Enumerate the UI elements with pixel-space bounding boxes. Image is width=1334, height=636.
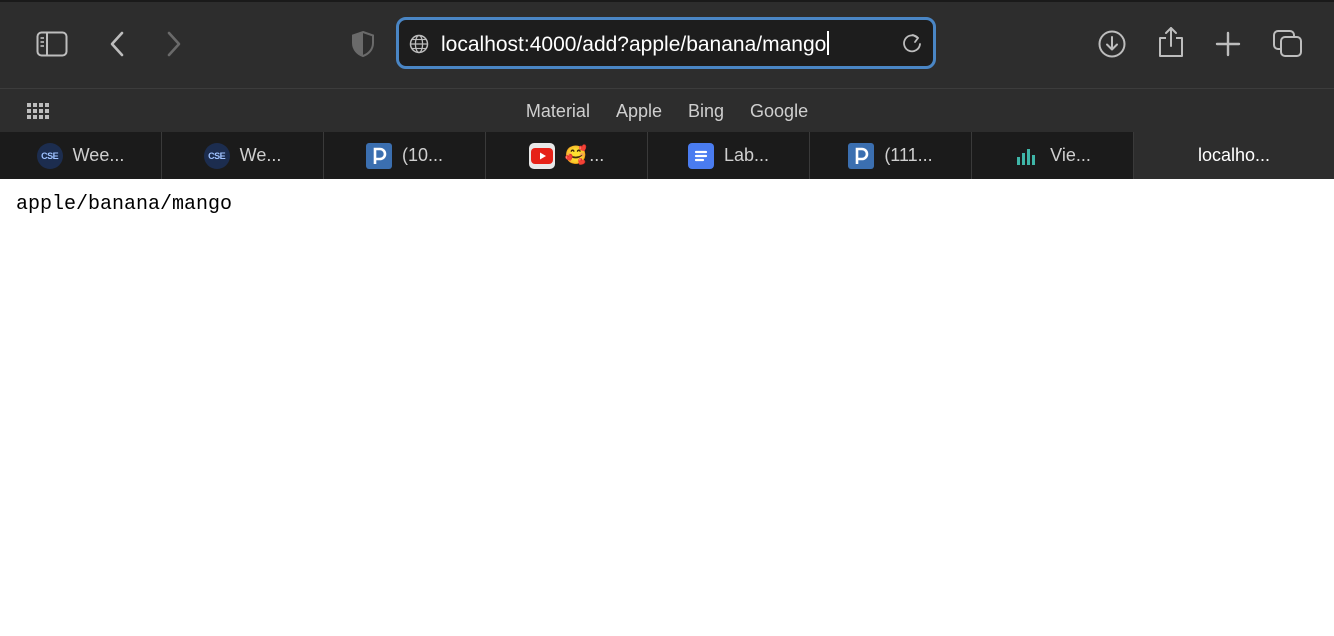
tab-overview-button[interactable] — [1268, 24, 1308, 64]
tab-title: Lab... — [723, 145, 770, 165]
toolbar: localhost:4000/add?apple/banana/mango — [0, 2, 1334, 88]
share-icon — [1159, 27, 1183, 57]
favorite-material[interactable]: Material — [526, 101, 590, 122]
shield-icon — [352, 30, 374, 58]
globe-icon — [409, 34, 429, 54]
chart-icon — [1014, 143, 1040, 169]
cse-icon: CSE — [203, 142, 230, 169]
new-tab-button[interactable] — [1208, 24, 1248, 64]
address-bar[interactable]: localhost:4000/add?apple/banana/mango — [396, 17, 936, 69]
favorite-google[interactable]: Google — [750, 101, 808, 122]
youtube-icon — [528, 142, 555, 169]
text-cursor — [827, 31, 830, 55]
chevron-right-icon — [167, 31, 181, 57]
docs-icon — [687, 142, 714, 169]
tab-3[interactable]: (10... — [324, 132, 486, 179]
tab-title: We... — [239, 145, 282, 165]
cse-icon: CSE — [36, 142, 63, 169]
tab-5[interactable]: Lab... — [648, 132, 810, 179]
reload-icon[interactable] — [901, 32, 923, 54]
tab-title: localho... — [1197, 145, 1271, 165]
sidebar-toggle-button[interactable] — [32, 24, 72, 64]
tab-active[interactable]: localho... — [1134, 132, 1334, 179]
page-body-text: apple/banana/mango — [16, 193, 233, 216]
plus-icon — [1215, 31, 1241, 57]
favorite-bing[interactable]: Bing — [688, 101, 724, 122]
tab-overview-icon — [1273, 30, 1302, 57]
tab-title: Wee... — [72, 145, 125, 165]
tab-bar: CSE Wee... CSE We... (10... 🥰 ... Lab... — [0, 132, 1334, 179]
favorites-list: Material Apple Bing Google — [0, 89, 1334, 133]
page-content: apple/banana/mango — [0, 179, 1334, 636]
downloads-button[interactable] — [1092, 24, 1132, 64]
forward-button[interactable] — [154, 24, 194, 64]
back-button[interactable] — [97, 24, 137, 64]
tab-title: (111... — [884, 145, 933, 165]
sidebar-icon — [36, 31, 68, 57]
p-icon — [848, 142, 875, 169]
tab-title: (10... — [401, 145, 444, 165]
share-button[interactable] — [1151, 22, 1191, 62]
tab-title: ... — [589, 145, 605, 165]
privacy-report-button[interactable] — [343, 24, 383, 64]
favorites-bar: Material Apple Bing Google — [0, 88, 1334, 132]
p-icon — [365, 142, 392, 169]
tab-emoji: 🥰 — [564, 145, 588, 165]
tab-6[interactable]: (111... — [810, 132, 972, 179]
tab-7[interactable]: Vie... — [972, 132, 1134, 179]
chevron-left-icon — [110, 31, 124, 57]
url-input[interactable]: localhost:4000/add?apple/banana/mango — [441, 31, 830, 57]
favorite-apple[interactable]: Apple — [616, 101, 662, 122]
tab-4[interactable]: 🥰 ... — [486, 132, 648, 179]
tab-2[interactable]: CSE We... — [162, 132, 324, 179]
download-icon — [1098, 30, 1126, 58]
url-text: localhost:4000/add?apple/banana/mango — [441, 33, 827, 56]
tab-title: Vie... — [1050, 145, 1091, 165]
tab-1[interactable]: CSE Wee... — [0, 132, 162, 179]
browser-window: localhost:4000/add?apple/banana/mango Ma… — [0, 0, 1334, 636]
